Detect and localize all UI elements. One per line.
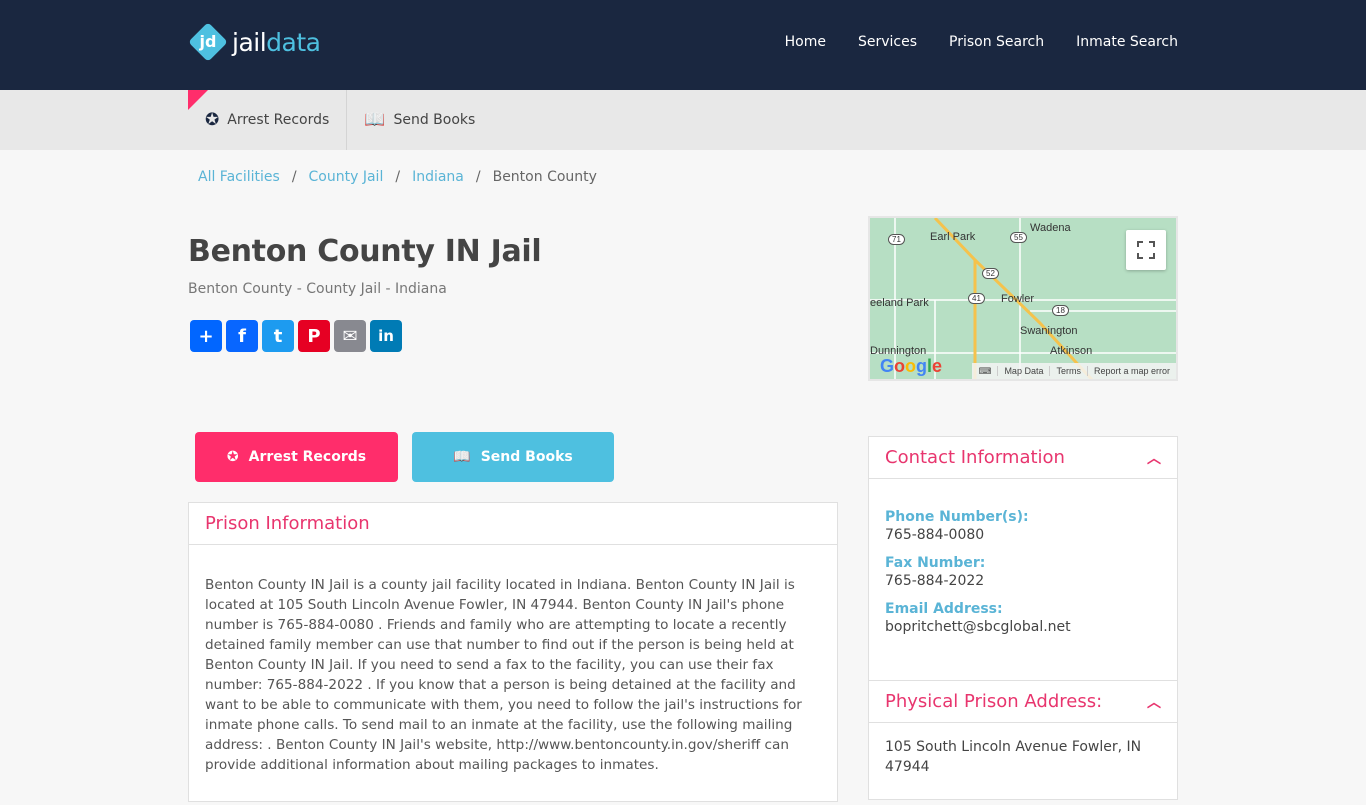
subnav-arrest-records[interactable]: ✪ Arrest Records bbox=[188, 90, 346, 150]
fullscreen-button[interactable] bbox=[1126, 230, 1166, 270]
nav-services[interactable]: Services bbox=[858, 34, 917, 50]
route-shield: 71 bbox=[888, 234, 905, 245]
logo-text: jaildata bbox=[232, 27, 321, 57]
route-shield: 18 bbox=[1052, 305, 1069, 316]
chevron-up-icon[interactable]: ︿ bbox=[1147, 448, 1161, 468]
button-label: Arrest Records bbox=[248, 449, 367, 465]
map-place-label: Earl Park bbox=[930, 231, 976, 243]
breadcrumb: All Facilities / County Jail / Indiana /… bbox=[198, 169, 597, 185]
main-nav: Home Services Prison Search Inmate Searc… bbox=[785, 34, 1178, 50]
top-navbar: jd jaildata Home Services Prison Search … bbox=[0, 0, 1366, 90]
nav-home[interactable]: Home bbox=[785, 34, 826, 50]
pinterest-share-button[interactable]: P bbox=[298, 320, 330, 352]
logo[interactable]: jd jaildata bbox=[188, 22, 321, 62]
page-subtitle: Benton County - County Jail - Indiana bbox=[188, 281, 447, 297]
email-value: bopritchett@sbcglobal.net bbox=[885, 619, 1071, 635]
star-badge-icon: ✪ bbox=[226, 449, 239, 465]
facebook-icon: f bbox=[238, 325, 246, 347]
send-books-button[interactable]: 📖 Send Books bbox=[412, 432, 614, 482]
address-value: 105 South Lincoln Avenue Fowler, IN 4794… bbox=[885, 739, 1142, 775]
twitter-icon: t bbox=[273, 325, 283, 347]
map-place-label: Swanington bbox=[1020, 325, 1078, 337]
pinterest-icon: P bbox=[307, 325, 321, 347]
phone-label: Phone Number(s): bbox=[885, 509, 1029, 525]
secondary-navbar: ✪ Arrest Records 📖 Send Books bbox=[0, 90, 1366, 150]
share-button[interactable]: + bbox=[190, 320, 222, 352]
facebook-share-button[interactable]: f bbox=[226, 320, 258, 352]
subnav-label: Send Books bbox=[393, 112, 476, 128]
fax-label: Fax Number: bbox=[885, 555, 986, 571]
breadcrumb-separator: / bbox=[395, 169, 401, 185]
breadcrumb-indiana[interactable]: Indiana bbox=[412, 169, 464, 185]
breadcrumb-all-facilities[interactable]: All Facilities bbox=[198, 169, 280, 185]
email-icon: ✉ bbox=[342, 325, 358, 347]
map-place-label: Atkinson bbox=[1050, 345, 1093, 357]
plus-icon: + bbox=[198, 325, 214, 347]
email-share-button[interactable]: ✉ bbox=[334, 320, 366, 352]
map-footer: ⌨ Map Data Terms Report a map error bbox=[972, 363, 1176, 379]
location-map[interactable]: Earl Park Wadena eeland Park Fowler Swan… bbox=[868, 216, 1178, 381]
breadcrumb-separator: / bbox=[291, 169, 297, 185]
route-shield: 41 bbox=[968, 293, 985, 304]
phone-value: 765-884-0080 bbox=[885, 527, 985, 543]
button-label: Send Books bbox=[480, 449, 573, 465]
fullscreen-icon bbox=[1137, 241, 1155, 259]
contact-information-panel: Contact Information ︿ Phone Number(s): 7… bbox=[868, 436, 1178, 681]
chevron-up-icon[interactable]: ︿ bbox=[1147, 692, 1161, 712]
linkedin-icon: in bbox=[378, 327, 394, 345]
breadcrumb-county-jail[interactable]: County Jail bbox=[309, 169, 384, 185]
breadcrumb-current: Benton County bbox=[492, 169, 597, 185]
physical-address-panel: Physical Prison Address: ︿ 105 South Lin… bbox=[868, 680, 1178, 800]
book-icon: 📖 bbox=[364, 110, 386, 130]
subnav-label: Arrest Records bbox=[227, 112, 330, 128]
map-terms-link[interactable]: Terms bbox=[1049, 366, 1087, 376]
twitter-share-button[interactable]: t bbox=[262, 320, 294, 352]
subnav-send-books[interactable]: 📖 Send Books bbox=[346, 90, 492, 150]
prison-description: Benton County IN Jail is a county jail f… bbox=[205, 577, 802, 773]
email-label: Email Address: bbox=[885, 601, 1003, 617]
book-icon: 📖 bbox=[453, 449, 471, 465]
route-shield: 55 bbox=[1010, 232, 1027, 243]
nav-inmate-search[interactable]: Inmate Search bbox=[1076, 34, 1178, 50]
nav-prison-search[interactable]: Prison Search bbox=[949, 34, 1044, 50]
share-buttons: + f t P ✉ in bbox=[190, 320, 402, 352]
map-place-label: Fowler bbox=[1001, 293, 1035, 305]
google-logo: Google bbox=[880, 356, 943, 376]
report-map-error-link[interactable]: Report a map error bbox=[1086, 366, 1176, 376]
panel-heading: Prison Information bbox=[205, 513, 370, 534]
panel-heading: Contact Information bbox=[885, 447, 1065, 468]
fax-value: 765-884-2022 bbox=[885, 573, 985, 589]
star-badge-icon: ✪ bbox=[205, 110, 220, 130]
map-place-label: Wadena bbox=[1030, 222, 1071, 234]
map-place-label: eeland Park bbox=[870, 297, 929, 309]
contact-panel-header[interactable]: Contact Information ︿ bbox=[869, 437, 1177, 479]
arrest-records-button[interactable]: ✪ Arrest Records bbox=[195, 432, 398, 482]
keyboard-shortcuts-icon[interactable]: ⌨ bbox=[972, 366, 997, 377]
page-title: Benton County IN Jail bbox=[188, 234, 542, 269]
logo-mark-icon: jd bbox=[188, 22, 228, 62]
map-data-link[interactable]: Map Data bbox=[997, 366, 1049, 376]
linkedin-share-button[interactable]: in bbox=[370, 320, 402, 352]
prison-information-panel: Prison Information Benton County IN Jail… bbox=[188, 502, 838, 802]
panel-heading: Physical Prison Address: bbox=[885, 691, 1103, 712]
route-shield: 52 bbox=[982, 268, 999, 279]
address-panel-header[interactable]: Physical Prison Address: ︿ bbox=[869, 681, 1177, 723]
breadcrumb-separator: / bbox=[475, 169, 481, 185]
